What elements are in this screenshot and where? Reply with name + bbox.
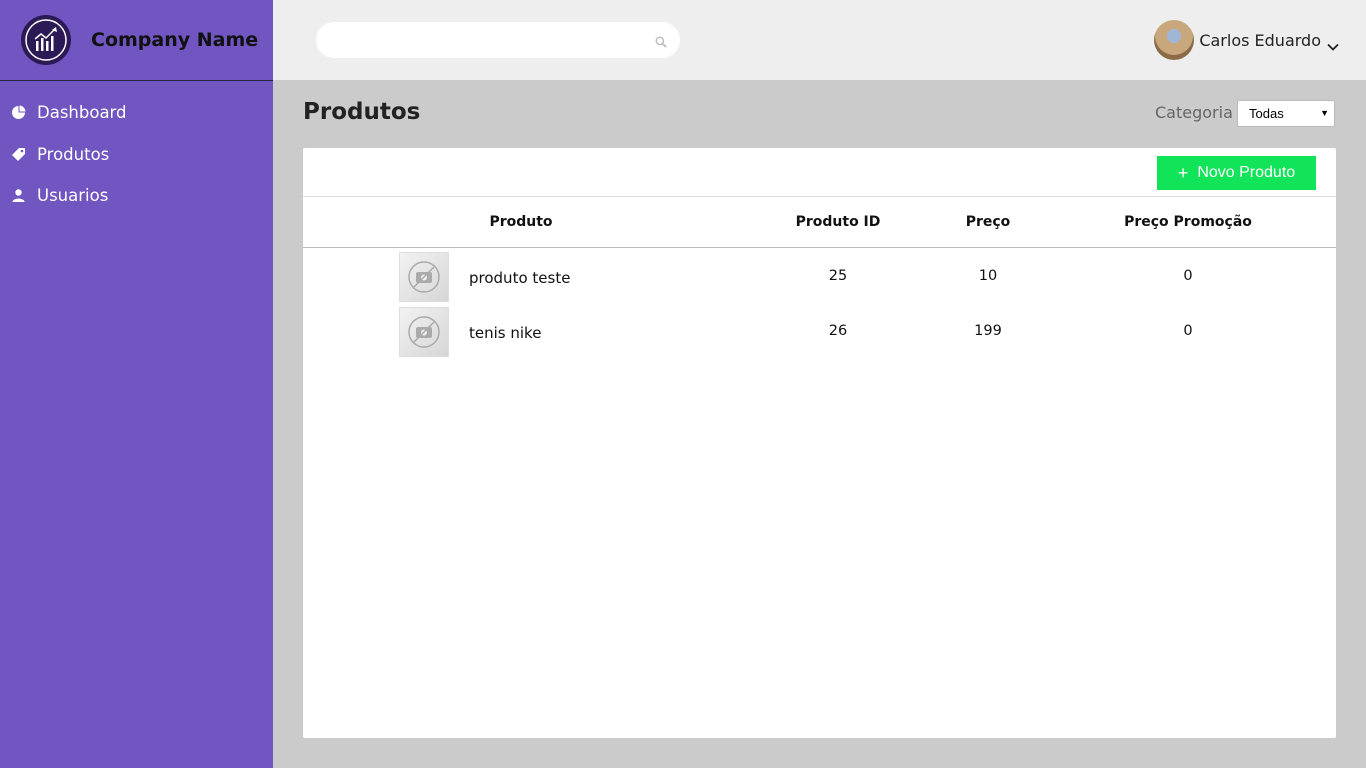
brand[interactable]: Company Name <box>0 0 273 81</box>
category-select[interactable]: Todas ▼ <box>1237 100 1335 127</box>
user-icon <box>11 188 26 203</box>
product-id: 26 <box>828 323 848 339</box>
sidebar-item-label: Produtos <box>37 144 110 164</box>
sidebar-item-label: Usuarios <box>37 186 109 206</box>
search-input[interactable] <box>316 22 680 58</box>
product-id: 25 <box>828 268 848 284</box>
product-name: tenis nike <box>469 324 542 342</box>
product-price: 10 <box>978 268 998 284</box>
tag-icon <box>11 147 26 162</box>
table-body: produto teste 25 10 0 tenis nike 26 199 … <box>303 252 1336 362</box>
category-selected-value: Todas <box>1249 106 1284 121</box>
sidebar-item-label: Dashboard <box>37 103 127 123</box>
sidebar: Company Name Dashboard Produtos Usuarios <box>0 0 273 768</box>
column-header-produto[interactable]: Produto <box>489 214 552 230</box>
plus-icon: + <box>1177 162 1189 183</box>
column-header-preco[interactable]: Preço <box>966 214 1011 230</box>
table-row[interactable]: tenis nike 26 199 0 <box>303 307 1336 362</box>
category-label: Categoria <box>1155 103 1233 122</box>
chevron-down-icon <box>1327 36 1339 51</box>
sidebar-item-usuarios[interactable]: Usuarios <box>0 175 273 217</box>
bar-chart-logo-icon <box>21 15 71 65</box>
page-title: Produtos <box>303 99 421 125</box>
new-product-label: Novo Produto <box>1197 164 1296 181</box>
pie-chart-icon <box>11 105 26 120</box>
top-bar: Carlos Eduardo <box>273 0 1366 80</box>
new-product-button[interactable]: + Novo Produto <box>1157 156 1316 190</box>
product-promo-price: 0 <box>1183 323 1193 339</box>
user-name: Carlos Eduardo <box>1199 30 1321 50</box>
product-name: produto teste <box>469 269 571 287</box>
search-icon[interactable] <box>655 33 667 48</box>
avatar <box>1154 20 1195 60</box>
table-header: Produto Produto ID Preço Preço Promoção <box>303 197 1336 248</box>
sidebar-nav: Dashboard Produtos Usuarios <box>0 81 273 217</box>
column-header-produto-id[interactable]: Produto ID <box>796 214 881 230</box>
no-image-icon <box>399 307 449 357</box>
table-row[interactable]: produto teste 25 10 0 <box>303 252 1336 307</box>
product-price: 199 <box>974 323 1002 339</box>
column-header-preco-promocao[interactable]: Preço Promoção <box>1124 214 1252 230</box>
panel-toolbar: + Novo Produto <box>303 148 1336 197</box>
products-panel: + Novo Produto Produto Produto ID Preço … <box>303 148 1336 738</box>
no-image-icon <box>399 252 449 302</box>
company-name: Company Name <box>91 29 259 51</box>
sidebar-item-dashboard[interactable]: Dashboard <box>0 92 273 134</box>
user-menu[interactable]: Carlos Eduardo <box>1154 20 1339 60</box>
product-promo-price: 0 <box>1183 268 1193 284</box>
sidebar-item-produtos[interactable]: Produtos <box>0 134 273 176</box>
dropdown-arrow-icon: ▼ <box>1320 108 1329 118</box>
